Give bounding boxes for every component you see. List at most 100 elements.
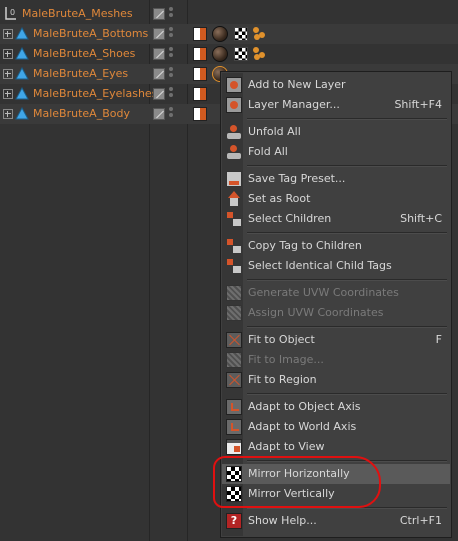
render-dots[interactable] <box>169 87 174 101</box>
menu-separator <box>247 165 447 167</box>
menu-item-label: Show Help... <box>248 514 317 527</box>
menu-item-copy-tag-to-children[interactable]: Copy Tag to Children <box>222 236 450 256</box>
render-dots[interactable] <box>169 27 174 41</box>
menu-item-label: Adapt to Object Axis <box>248 400 361 413</box>
tree-row-root[interactable]: 0 MaleBruteA_Meshes <box>0 4 458 24</box>
menu-item-label: Copy Tag to Children <box>248 239 362 252</box>
sphere-dots-icon[interactable] <box>253 46 267 60</box>
menu-item-fit-to-region[interactable]: Fit to Region <box>222 370 450 390</box>
expand-toggle[interactable] <box>3 29 13 39</box>
texture-flag-icon[interactable] <box>193 107 207 121</box>
menu-item-label: Adapt to View <box>248 440 325 453</box>
menu-item-label: Mirror Horizontally <box>248 467 350 480</box>
object-name: MaleBruteA_Shoes <box>33 47 136 60</box>
texture-flag-icon[interactable] <box>193 87 207 101</box>
svg-text:0: 0 <box>10 8 15 17</box>
object-name: MaleBruteA_Bottoms <box>33 27 149 40</box>
world-axis-icon <box>226 419 242 435</box>
visibility-toggle[interactable] <box>153 108 165 120</box>
render-dots[interactable] <box>169 107 174 121</box>
menu-item-label: Fit to Image... <box>248 353 324 366</box>
menu-item-label: Select Identical Child Tags <box>248 259 392 272</box>
identical-tags-icon <box>226 258 242 274</box>
menu-item-label: Assign UVW Coordinates <box>248 306 384 319</box>
expand-toggle[interactable] <box>3 69 13 79</box>
tree-row-bottoms[interactable]: MaleBruteA_Bottoms <box>0 24 458 44</box>
menu-item-shortcut: F <box>435 333 442 346</box>
menu-item-label: Fit to Object <box>248 333 315 346</box>
menu-item-label: Generate UVW Coordinates <box>248 286 399 299</box>
mirror-vertical-icon <box>226 486 242 502</box>
fit-object-icon <box>226 332 242 348</box>
menu-item-set-as-root[interactable]: Set as Root <box>222 189 450 209</box>
null-object-icon: 0 <box>5 7 16 20</box>
mirror-horizontal-icon <box>226 466 242 482</box>
checker-tag-icon[interactable] <box>234 47 248 61</box>
expand-toggle[interactable] <box>3 109 13 119</box>
visibility-toggle[interactable] <box>153 8 165 20</box>
root-icon <box>226 191 242 207</box>
menu-item-fit-to-object[interactable]: Fit to Object F <box>222 330 450 350</box>
render-dots[interactable] <box>169 67 174 81</box>
fit-region-icon <box>226 372 242 388</box>
sphere-dots-icon[interactable] <box>253 26 267 40</box>
menu-item-select-identical-child-tags[interactable]: Select Identical Child Tags <box>222 256 450 276</box>
menu-item-adapt-object-axis[interactable]: Adapt to Object Axis <box>222 397 450 417</box>
texture-flag-icon[interactable] <box>193 27 207 41</box>
menu-item-label: Fold All <box>248 145 288 158</box>
fold-icon <box>226 144 242 160</box>
uvw-icon <box>226 285 242 301</box>
object-axis-icon <box>226 399 242 415</box>
menu-item-unfold-all[interactable]: Unfold All <box>222 122 450 142</box>
material-icon[interactable] <box>212 26 228 42</box>
view-icon <box>226 439 242 455</box>
visibility-toggle[interactable] <box>153 48 165 60</box>
object-name: MaleBruteA_Eyes <box>33 67 129 80</box>
checker-tag-icon[interactable] <box>234 27 248 41</box>
menu-item-layer-manager[interactable]: Layer Manager... Shift+F4 <box>222 95 450 115</box>
expand-toggle[interactable] <box>3 89 13 99</box>
render-dots[interactable] <box>169 7 174 21</box>
menu-item-select-children[interactable]: Select Children Shift+C <box>222 209 450 229</box>
menu-item-label: Mirror Vertically <box>248 487 335 500</box>
children-icon <box>226 211 242 227</box>
menu-item-fold-all[interactable]: Fold All <box>222 142 450 162</box>
expand-toggle[interactable] <box>3 49 13 59</box>
menu-item-add-to-new-layer[interactable]: Add to New Layer <box>222 75 450 95</box>
menu-item-mirror-vertically[interactable]: Mirror Vertically <box>222 484 450 504</box>
layer-icon <box>226 77 242 93</box>
visibility-toggle[interactable] <box>153 68 165 80</box>
polygon-object-icon <box>15 87 29 100</box>
menu-item-adapt-world-axis[interactable]: Adapt to World Axis <box>222 417 450 437</box>
menu-item-fit-to-image: Fit to Image... <box>222 350 450 370</box>
fit-image-icon <box>226 352 242 368</box>
menu-item-label: Fit to Region <box>248 373 317 386</box>
texture-flag-icon[interactable] <box>193 47 207 61</box>
uvw-assign-icon <box>226 305 242 321</box>
menu-item-label: Layer Manager... <box>248 98 340 111</box>
render-dots[interactable] <box>169 47 174 61</box>
visibility-toggle[interactable] <box>153 88 165 100</box>
polygon-object-icon <box>15 27 29 40</box>
menu-item-mirror-horizontally[interactable]: Mirror Horizontally <box>222 464 450 484</box>
polygon-object-icon <box>15 47 29 60</box>
texture-flag-icon[interactable] <box>193 67 207 81</box>
polygon-object-icon <box>15 67 29 80</box>
menu-item-save-tag-preset[interactable]: Save Tag Preset... <box>222 169 450 189</box>
menu-item-adapt-to-view[interactable]: Adapt to View <box>222 437 450 457</box>
polygon-object-icon <box>15 107 29 120</box>
menu-item-label: Add to New Layer <box>248 78 346 91</box>
unfold-icon <box>226 124 242 140</box>
object-name: MaleBruteA_Meshes <box>22 7 133 20</box>
material-icon[interactable] <box>212 46 228 62</box>
menu-item-show-help[interactable]: ? Show Help... Ctrl+F1 <box>222 511 450 531</box>
tag-context-menu: Add to New Layer Layer Manager... Shift+… <box>220 71 452 538</box>
menu-separator <box>247 507 447 509</box>
visibility-toggle[interactable] <box>153 28 165 40</box>
menu-item-label: Save Tag Preset... <box>248 172 346 185</box>
menu-separator <box>247 279 447 281</box>
menu-separator <box>247 232 447 234</box>
tree-row-shoes[interactable]: MaleBruteA_Shoes <box>0 44 458 64</box>
menu-item-label: Unfold All <box>248 125 301 138</box>
menu-item-generate-uvw: Generate UVW Coordinates <box>222 283 450 303</box>
